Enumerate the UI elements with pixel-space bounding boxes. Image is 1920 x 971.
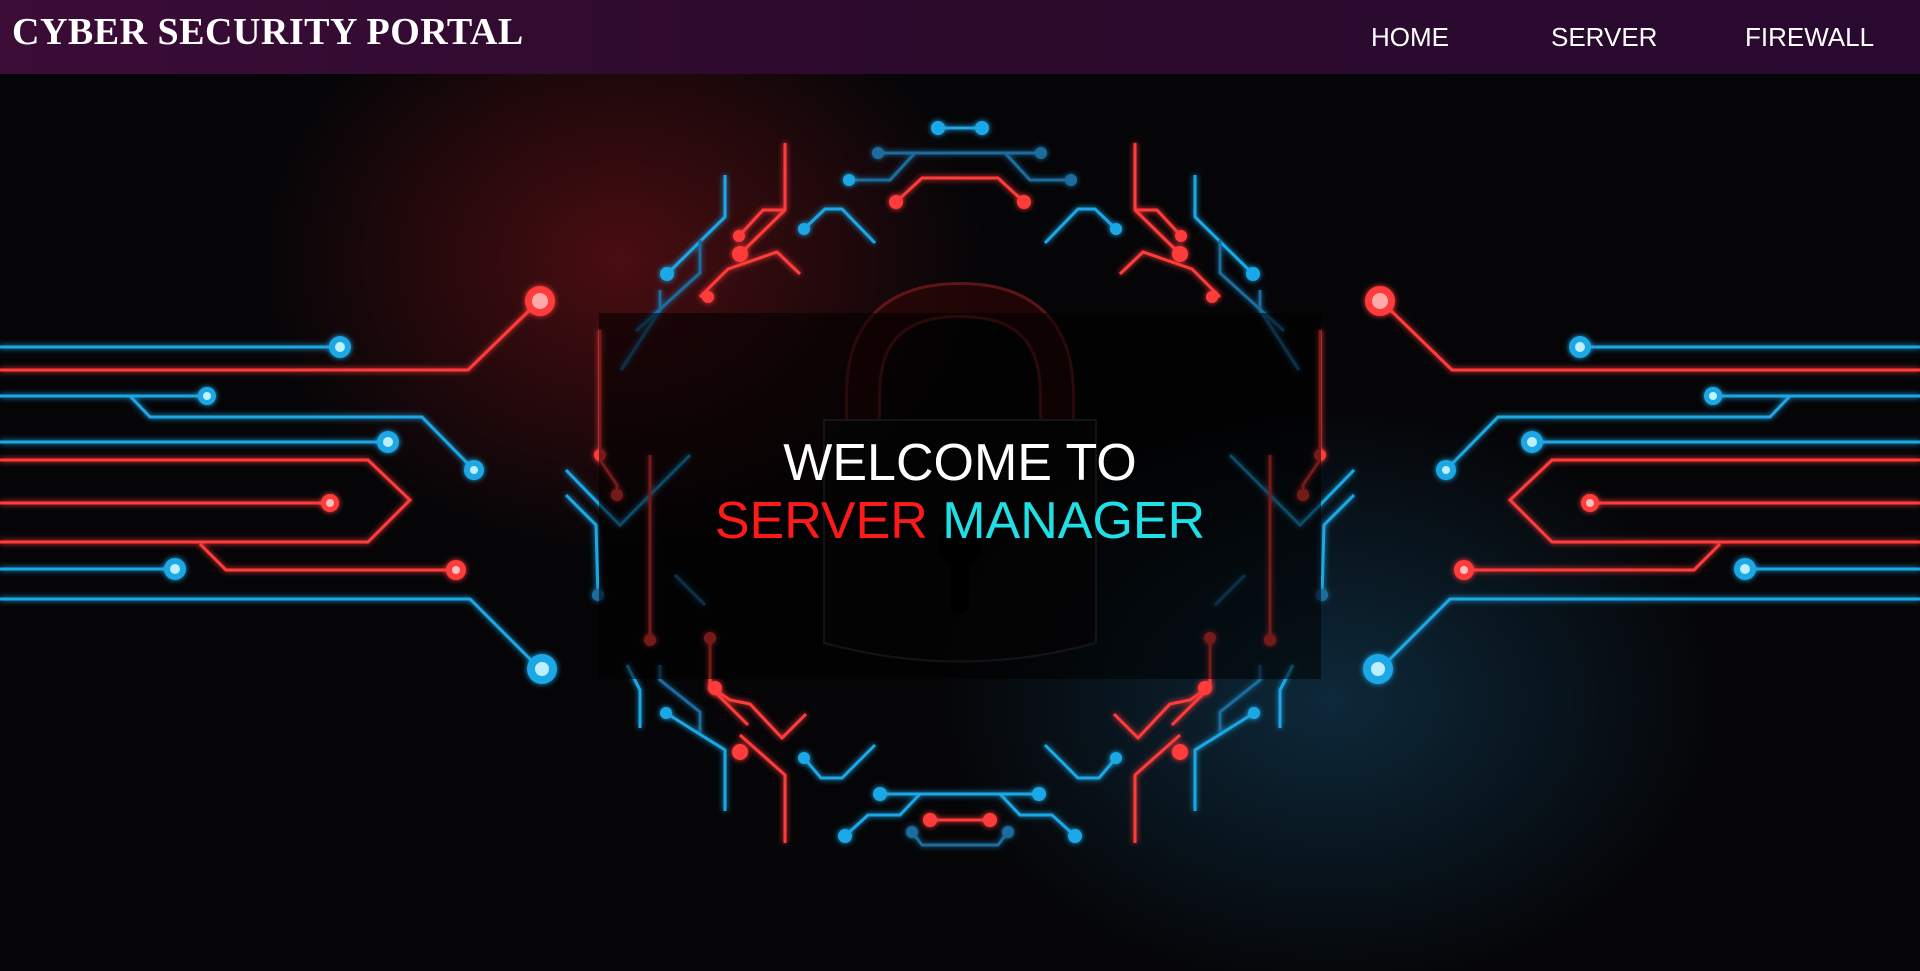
nav-link-home[interactable]: HOME (1371, 22, 1449, 53)
app-name-heading: SERVER MANAGER (599, 495, 1321, 547)
site-brand-title[interactable]: CYBER SECURITY PORTAL (12, 10, 524, 54)
top-navbar: CYBER SECURITY PORTAL HOME SERVER FIREWA… (0, 0, 1920, 74)
nav-link-server[interactable]: SERVER (1551, 22, 1657, 53)
app-name-server-word: SERVER (714, 492, 928, 550)
welcome-heading: WELCOME TO (783, 434, 1137, 492)
app-name-manager-word: MANAGER (942, 492, 1206, 550)
nav-link-firewall[interactable]: FIREWALL (1745, 22, 1874, 53)
welcome-panel: WELCOME TO SERVER MANAGER (599, 313, 1321, 679)
page: WELCOME TO SERVER MANAGER CYBER SECURITY… (0, 0, 1920, 971)
